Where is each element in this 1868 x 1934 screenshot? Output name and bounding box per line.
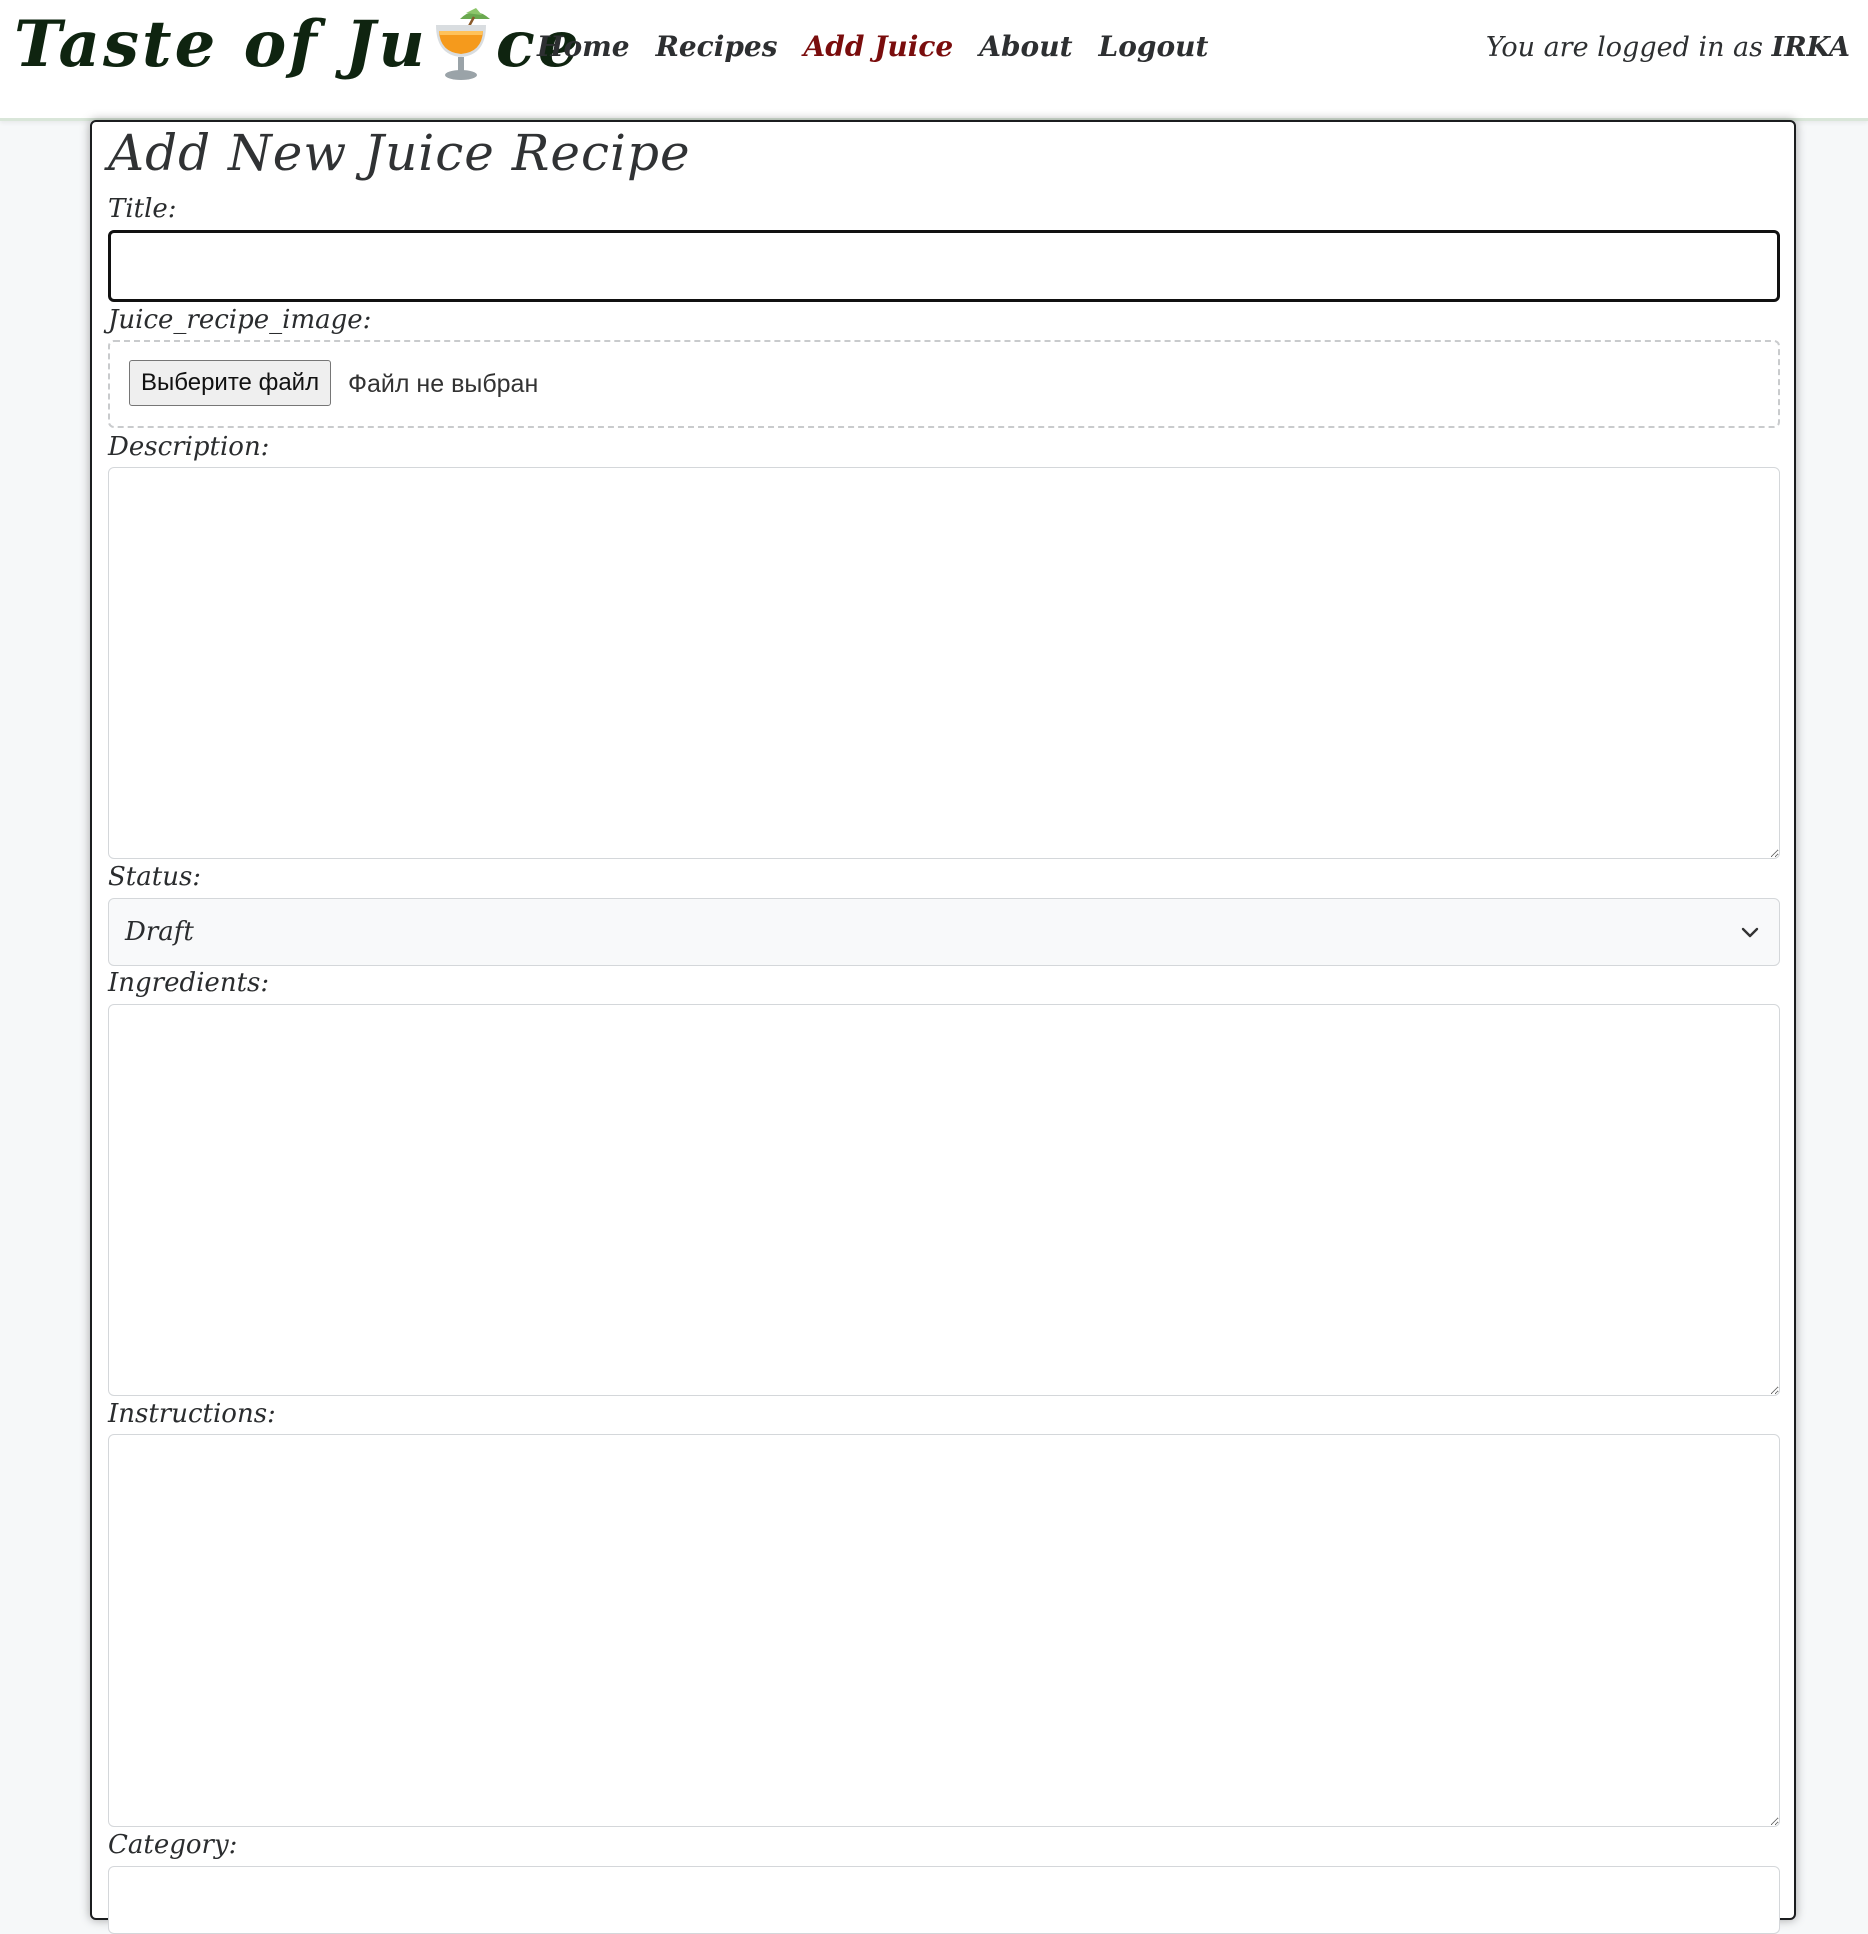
ingredients-label: Ingredients: [108, 968, 270, 998]
nav-add-juice-link[interactable]: Add Juice [804, 30, 954, 63]
logged-in-username: IRKA [1771, 32, 1850, 63]
chevron-down-icon [1741, 927, 1759, 938]
page-title: Add New Juice Recipe [108, 124, 691, 182]
category-select[interactable] [108, 1866, 1780, 1934]
category-label: Category: [108, 1830, 238, 1860]
instructions-textarea[interactable] [108, 1434, 1780, 1827]
tropical-drink-icon [435, 8, 490, 80]
title-input[interactable] [108, 230, 1780, 302]
main-nav: Home Recipes Add Juice About Logout [537, 30, 1208, 63]
brand-text-start: Taste of Ju [14, 6, 428, 82]
image-upload-area: Выберите файл Файл не выбран [108, 340, 1780, 428]
choose-file-button[interactable]: Выберите файл [129, 360, 332, 406]
ingredients-textarea[interactable] [108, 1004, 1780, 1396]
description-textarea[interactable] [108, 467, 1780, 859]
nav-recipes-link[interactable]: Recipes [656, 30, 778, 63]
nav-about-link[interactable]: About [979, 30, 1072, 63]
login-status: You are logged in as IRKA [1486, 32, 1850, 63]
login-status-prefix: You are logged in as [1485, 32, 1764, 63]
brand-logo[interactable]: Taste of Ju ce [14, 0, 582, 88]
navbar: Taste of Ju ce Home Recipes Add Juice Ab… [0, 0, 1868, 121]
nav-home-link[interactable]: Home [537, 30, 630, 63]
file-status-text: Файл не выбран [348, 370, 539, 398]
add-recipe-card: Add New Juice Recipe Title: Juice_recipe… [90, 120, 1796, 1934]
nav-logout-link[interactable]: Logout [1099, 30, 1209, 63]
title-label: Title: [108, 194, 177, 224]
status-label: Status: [108, 862, 202, 892]
image-label: Juice_recipe_image: [108, 305, 372, 335]
description-label: Description: [108, 432, 270, 462]
instructions-label: Instructions: [108, 1399, 276, 1429]
status-selected-value: Draft [125, 917, 194, 947]
status-select[interactable]: Draft [108, 898, 1780, 966]
